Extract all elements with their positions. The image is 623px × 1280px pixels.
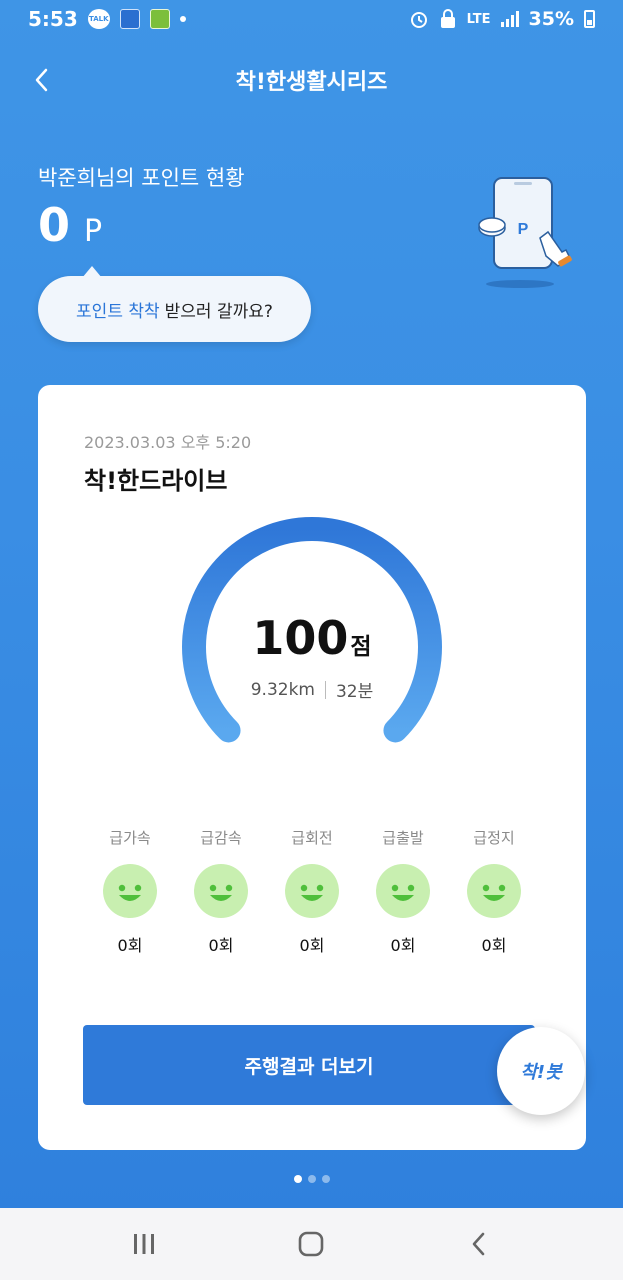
page-dot	[307, 1175, 316, 1183]
alarm-icon	[410, 12, 427, 28]
back-nav-button[interactable]	[454, 1219, 504, 1269]
event-item: 급회전 0회	[284, 827, 340, 956]
stats-divider	[324, 680, 326, 699]
page-dot	[321, 1175, 330, 1183]
points-unit: P	[84, 214, 103, 249]
signal-icon	[500, 11, 519, 27]
drive-date: 2023.03.03 오후 5:20	[84, 433, 252, 452]
driving-events: 급가속 0회 급감속 0회 급회전 0회 급출발 0회 급정지 0회	[102, 827, 522, 956]
page-indicator	[0, 1175, 623, 1183]
recent-apps-icon	[133, 1234, 154, 1254]
event-label: 급출발	[382, 829, 424, 847]
battery-icon	[584, 10, 595, 28]
battery-percent: 35%	[528, 8, 574, 30]
system-nav-bar	[0, 1208, 623, 1280]
back-button[interactable]	[22, 60, 62, 100]
event-item: 급감속 0회	[193, 827, 249, 956]
home-button[interactable]	[286, 1219, 336, 1269]
event-item: 급정지 0회	[466, 827, 522, 956]
event-count: 0회	[299, 936, 325, 955]
score-display: 100점	[38, 611, 586, 665]
smile-icon	[194, 864, 248, 918]
app-notification-icon-2	[149, 9, 170, 29]
status-time: 5:53	[28, 7, 78, 31]
chatbot-button[interactable]: 착!봇	[497, 1027, 585, 1115]
bubble-accent-text: 포인트 착착	[76, 301, 160, 322]
bubble-text: 받으러 갈까요?	[164, 301, 273, 322]
drive-stats: 9.32km 32분	[38, 677, 586, 703]
event-item: 급가속 0회	[102, 827, 158, 956]
more-notifications-icon	[179, 16, 186, 22]
card-title: 착!한드라이브	[84, 467, 228, 495]
points-label: 박준희님의 포인트 현황	[38, 166, 245, 190]
event-count: 0회	[117, 936, 143, 955]
status-left: 5:53 TALK	[28, 7, 186, 31]
status-right: LTE 35%	[409, 8, 595, 30]
event-label: 급회전	[291, 829, 333, 847]
back-nav-icon	[472, 1232, 485, 1256]
drive-distance: 9.32km	[250, 679, 315, 700]
network-type: LTE	[466, 11, 491, 27]
event-count: 0회	[390, 936, 416, 955]
event-label: 급감속	[200, 829, 242, 847]
event-item: 급출발 0회	[375, 827, 431, 956]
smile-icon	[376, 864, 430, 918]
chevron-left-icon	[35, 68, 48, 92]
recent-apps-button[interactable]	[119, 1219, 169, 1269]
app-notification-icon	[119, 9, 140, 29]
phone-point-letter: P	[518, 221, 529, 238]
smile-icon	[103, 864, 157, 918]
drive-duration: 32분	[335, 682, 374, 702]
app-header: 착!한생활시리즈	[0, 50, 623, 110]
score-unit: 점	[350, 634, 372, 660]
points-number: 0	[38, 198, 71, 252]
points-promo-bubble[interactable]: 포인트 착착 받으러 갈까요?	[38, 266, 311, 342]
talk-notification-icon: TALK	[87, 9, 110, 29]
event-label: 급정지	[473, 829, 515, 847]
event-count: 0회	[208, 936, 234, 955]
page-title: 착!한생활시리즈	[235, 70, 388, 95]
event-label: 급가속	[109, 829, 151, 847]
phone-point-icon: P	[478, 177, 572, 288]
smile-icon	[285, 864, 339, 918]
drive-result-card: 2023.03.03 오후 5:20 착!한드라이브 100점 9.32km 3…	[38, 385, 586, 1150]
event-count: 0회	[481, 936, 507, 955]
score-number: 100	[252, 611, 349, 665]
status-bar: 5:53 TALK LTE 35%	[0, 0, 623, 38]
points-value: 0 P	[38, 198, 102, 252]
page-dot-active	[293, 1175, 302, 1183]
more-results-button[interactable]: 주행결과 더보기	[83, 1025, 535, 1105]
smile-icon	[467, 864, 521, 918]
home-icon	[299, 1231, 324, 1257]
lock-icon	[440, 9, 455, 28]
